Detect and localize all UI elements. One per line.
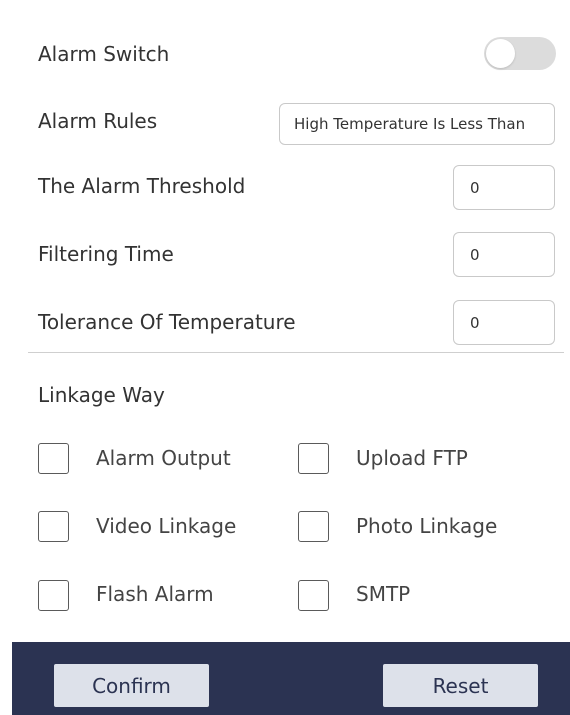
alarm-rules-label: Alarm Rules <box>38 109 158 133</box>
video-linkage-label: Video Linkage <box>96 514 237 538</box>
smtp-label: SMTP <box>356 582 411 606</box>
tolerance-label: Tolerance Of Temperature <box>38 310 296 334</box>
smtp-checkbox[interactable] <box>298 580 329 611</box>
alarm-rules-select[interactable]: High Temperature Is Less Than <box>279 103 555 145</box>
reset-button[interactable]: Reset <box>383 664 538 707</box>
footer-bar: Confirm Reset <box>12 642 570 715</box>
section-divider <box>28 352 564 353</box>
video-linkage-checkbox[interactable] <box>38 511 69 542</box>
photo-linkage-label: Photo Linkage <box>356 514 498 538</box>
alarm-output-checkbox[interactable] <box>38 443 69 474</box>
filtering-time-label: Filtering Time <box>38 242 174 266</box>
tolerance-input[interactable] <box>453 300 555 345</box>
alarm-switch-toggle[interactable] <box>484 37 556 70</box>
filtering-time-input[interactable] <box>453 232 555 277</box>
linkage-way-title: Linkage Way <box>38 383 165 407</box>
alarm-threshold-input[interactable] <box>453 165 555 210</box>
toggle-knob <box>486 39 515 68</box>
flash-alarm-label: Flash Alarm <box>96 582 214 606</box>
upload-ftp-checkbox[interactable] <box>298 443 329 474</box>
upload-ftp-label: Upload FTP <box>356 446 468 470</box>
photo-linkage-checkbox[interactable] <box>298 511 329 542</box>
flash-alarm-checkbox[interactable] <box>38 580 69 611</box>
confirm-button[interactable]: Confirm <box>54 664 209 707</box>
alarm-switch-label: Alarm Switch <box>38 42 170 66</box>
alarm-threshold-label: The Alarm Threshold <box>38 174 246 198</box>
alarm-output-label: Alarm Output <box>96 446 231 470</box>
